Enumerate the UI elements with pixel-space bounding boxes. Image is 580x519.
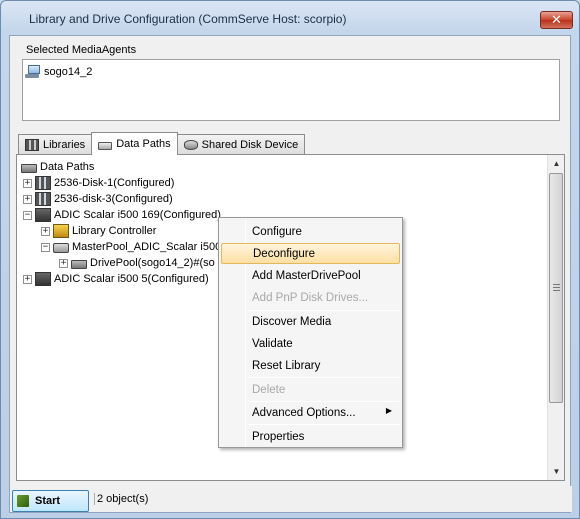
tree-node-label: Library Controller (72, 225, 157, 237)
controller-icon (53, 224, 69, 238)
grip-icon (553, 284, 560, 291)
tree-root[interactable]: Data Paths (21, 159, 94, 175)
tree-node[interactable]: + ADIC Scalar i500 5(Configured) (23, 271, 209, 287)
tree-node-label: ADIC Scalar i500 5(Configured) (54, 273, 209, 285)
submenu-arrow-icon: ▶ (385, 406, 392, 415)
collapse-toggle[interactable]: − (41, 242, 50, 252)
tree-root-label: Data Paths (40, 161, 95, 173)
tab-strip: Libraries Data Paths Shared Disk Device (18, 132, 306, 155)
tree-node[interactable]: − MasterPool_ADIC_Scalar i500 (41, 239, 221, 255)
window-title: Library and Drive Configuration (CommSer… (29, 12, 347, 26)
menu-item-deconfigure[interactable]: Deconfigure (221, 243, 400, 264)
menu-item-delete: Delete (252, 383, 286, 396)
tree-node[interactable]: + 2536-Disk-1(Configured) (23, 175, 174, 191)
tree-node[interactable]: + Library Controller (41, 223, 156, 239)
tab-data-paths[interactable]: Data Paths (91, 132, 178, 155)
menu-item-add-pnp-disk-drives: Add PnP Disk Drives... (252, 291, 369, 304)
main-window: Library and Drive Configuration (CommSer… (0, 0, 580, 519)
start-icon (17, 495, 29, 507)
disk-library-icon (35, 192, 51, 206)
disk-library-icon (35, 176, 51, 190)
collapse-toggle[interactable]: − (23, 210, 32, 220)
libraries-icon (25, 139, 39, 151)
menu-item-add-masterdrivepool[interactable]: Add MasterDrivePool (221, 265, 400, 286)
menu-item-properties[interactable]: Properties (221, 426, 400, 447)
menu-item-validate[interactable]: Validate (221, 333, 400, 354)
menu-separator (248, 424, 400, 425)
drive-pool-icon (53, 243, 69, 253)
drive-icon (71, 260, 87, 269)
menu-item-reset-library[interactable]: Reset Library (221, 355, 400, 376)
media-agent-list[interactable]: sogo14_2 (22, 59, 560, 121)
data-paths-icon (21, 164, 37, 173)
computer-icon (25, 65, 41, 79)
datapaths-icon (98, 141, 113, 150)
status-bar: Start 2 object(s) (10, 486, 572, 512)
scroll-down-arrow-icon[interactable]: ▼ (548, 463, 565, 480)
expand-toggle[interactable]: + (23, 178, 32, 188)
object-count: 2 object(s) (94, 493, 148, 505)
tree-node-label: DrivePool(sogo14_2)#(so (90, 257, 215, 269)
scroll-thumb[interactable] (549, 173, 563, 403)
expand-toggle[interactable]: + (23, 274, 32, 284)
tab-libraries[interactable]: Libraries (18, 134, 93, 155)
media-agent-label: sogo14_2 (44, 66, 93, 78)
tree-node[interactable]: − ADIC Scalar i500 169(Configured) (23, 207, 221, 223)
tree-node-label: 2536-disk-3(Configured) (54, 193, 173, 205)
selected-media-agents-group: Selected MediaAgents sogo14_2 (16, 42, 565, 126)
tree-node-label: ADIC Scalar i500 169(Configured) (54, 209, 221, 221)
scroll-up-arrow-icon[interactable]: ▲ (548, 155, 565, 172)
tree-node-label: MasterPool_ADIC_Scalar i500 (72, 241, 222, 253)
title-bar[interactable]: Library and Drive Configuration (CommSer… (1, 1, 579, 35)
tab-label: Libraries (43, 139, 86, 151)
context-menu: Configure Deconfigure Add MasterDrivePoo… (218, 217, 403, 448)
tape-library-icon (35, 272, 51, 286)
tree-node[interactable]: + DrivePool(sogo14_2)#(so (59, 255, 215, 271)
start-label: Start (35, 495, 61, 507)
expand-toggle[interactable]: + (59, 258, 68, 268)
expand-toggle[interactable]: + (41, 226, 50, 236)
close-button[interactable]: ✕ (540, 11, 573, 29)
tab-label: Shared Disk Device (201, 139, 299, 151)
tree-node[interactable]: + 2536-disk-3(Configured) (23, 191, 173, 207)
group-label: Selected MediaAgents (24, 44, 139, 56)
media-agent-item[interactable]: sogo14_2 (25, 64, 92, 80)
vertical-scrollbar[interactable]: ▲ ▼ (547, 155, 564, 480)
menu-item-discover-media[interactable]: Discover Media (221, 311, 400, 332)
tab-label: Data Paths (116, 138, 171, 150)
expand-toggle[interactable]: + (23, 194, 32, 204)
start-button[interactable]: Start (12, 490, 89, 512)
tree-node-label: 2536-Disk-1(Configured) (54, 177, 175, 189)
menu-separator (248, 377, 400, 378)
tape-library-icon (35, 208, 51, 222)
menu-item-configure[interactable]: Configure (221, 221, 400, 242)
menu-item-advanced-options[interactable]: Advanced Options... ▶ (221, 402, 400, 423)
tab-shared-disk-device[interactable]: Shared Disk Device (176, 134, 306, 155)
shared-disk-icon (183, 140, 198, 150)
